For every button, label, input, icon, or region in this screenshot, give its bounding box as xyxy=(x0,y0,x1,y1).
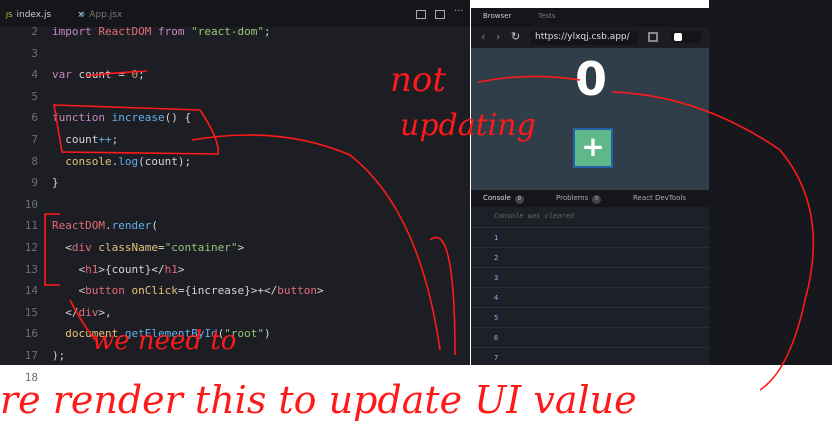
annotation-not: not xyxy=(390,60,447,100)
annotation-updating: updating xyxy=(400,108,536,143)
annotation-rerender: re render this to update UI value xyxy=(0,378,637,422)
annotation-we-need-to: we need to xyxy=(92,326,237,356)
